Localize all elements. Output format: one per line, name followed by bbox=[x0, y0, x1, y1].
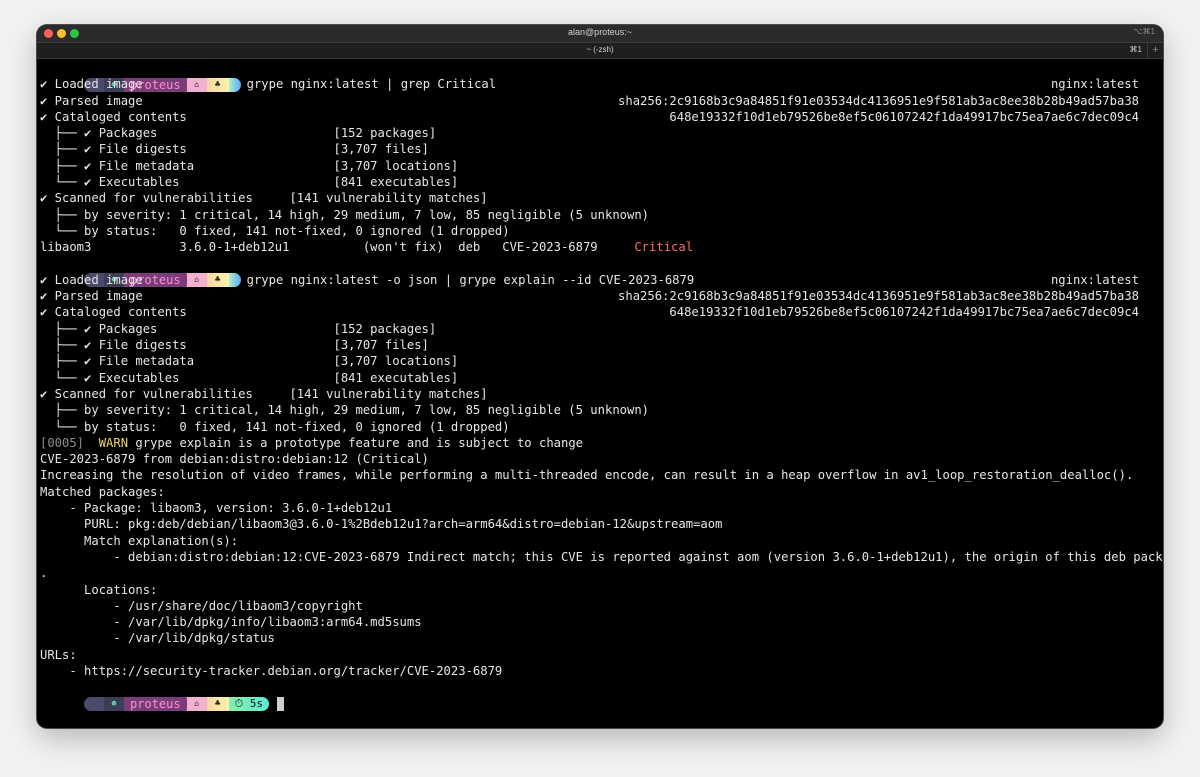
prompt-line-3: ☻ proteus ⌂ ♣ ⏱ 5s bbox=[40, 679, 1163, 712]
url-item[interactable]: - https://security-tracker.debian.org/tr… bbox=[40, 663, 1163, 679]
warning-text: grype explain is a prototype feature and… bbox=[135, 435, 584, 450]
output-line: ✔ Cataloged contents 648e19332f10d1eb7952… bbox=[40, 109, 1139, 124]
cve-description: Increasing the resolution of video frame… bbox=[40, 468, 1134, 483]
new-tab-button[interactable]: + bbox=[1147, 43, 1163, 58]
severity-label: Critical bbox=[634, 240, 694, 255]
hostname: proteus bbox=[124, 697, 187, 712]
text-cursor[interactable] bbox=[277, 697, 285, 712]
os-icon: ☻ bbox=[104, 697, 125, 712]
window-title: alan@proteus:~ bbox=[568, 27, 632, 37]
prompt-line-1: ☻ proteus ⌂ ♣ grype nginx:latest | grep Cri… bbox=[40, 60, 1163, 92]
git-icon: ♣ bbox=[206, 697, 229, 712]
catalog-digest: 648e19332f10d1eb79526be8ef5c06107242f1da… bbox=[669, 109, 1139, 124]
prompt-line-2: ☻ proteus ⌂ ♣ grype nginx:latest -o json | … bbox=[40, 256, 1163, 288]
home-icon: ⌂ bbox=[186, 697, 207, 712]
urls-heading: URLs: bbox=[40, 647, 77, 662]
warning-line: [0005] WARN grype explain is a prototype… bbox=[40, 435, 1163, 451]
shell-prompt: ☻ proteus ⌂ ♣ ⏱ 5s bbox=[84, 697, 270, 712]
output-line: ├── ✔ File metadata [3,707 locations] bbox=[40, 158, 459, 173]
warning-code: [0005] bbox=[40, 435, 85, 450]
image-name: nginx:latest bbox=[1050, 272, 1139, 287]
matched-packages-heading: Matched packages: bbox=[40, 484, 165, 499]
output-line: ├── ✔ Packages [152 packages] bbox=[40, 321, 437, 336]
output-line: └── ✔ Executables [841 executables] bbox=[40, 370, 459, 385]
output-line: ├── ✔ File metadata [3,707 locations] bbox=[40, 354, 459, 369]
match-explanation-cont: . bbox=[40, 566, 48, 581]
output-line: ├── by severity: 1 critical, 14 high, 29… bbox=[40, 207, 650, 222]
tab-shortcut: ⌘1 bbox=[1129, 45, 1142, 54]
vulnerability-row: libaom3 3.6.0-1+deb12u1 (won't fix) deb … bbox=[40, 240, 694, 255]
timer-badge: ⏱ 5s bbox=[228, 697, 270, 712]
warning-label: WARN bbox=[98, 435, 129, 450]
package-line: - Package: libaom3, version: 3.6.0-1+deb… bbox=[40, 501, 393, 516]
output-line: ✔ Loaded image nginx:latest bbox=[40, 77, 1139, 92]
tab-current[interactable]: ~ (-zsh) bbox=[37, 45, 1163, 54]
title-bar: alan@proteus:~ ⌥⌘1 bbox=[37, 25, 1163, 42]
terminal-output[interactable]: ☻ proteus ⌂ ♣ grype nginx:latest | grep Cri… bbox=[40, 60, 1163, 728]
location-item: - /var/lib/dpkg/status bbox=[40, 631, 275, 646]
output-line: ✔ Scanned for vulnerabilities [141 vulne… bbox=[40, 386, 488, 401]
image-digest: sha256:2c9168b3c9a84851f91e03534dc413695… bbox=[618, 93, 1139, 108]
output-line: ├── ✔ Packages [152 packages] bbox=[40, 126, 437, 141]
apple-icon bbox=[84, 697, 105, 712]
terminal-window: alan@proteus:~ ⌥⌘1 ~ (-zsh) ⌘1 + ☻ proteu… bbox=[37, 25, 1163, 728]
tab-bar: ~ (-zsh) ⌘1 + bbox=[37, 42, 1163, 59]
window-shortcut: ⌥⌘1 bbox=[1133, 27, 1155, 36]
output-line: ✔ Cataloged contents 648e19332f10d1eb7952… bbox=[40, 305, 1139, 320]
location-item: - /usr/share/doc/libaom3/copyright bbox=[40, 598, 363, 613]
output-line: ✔ Parsed image sha256:2c9168b3c9a84851f91… bbox=[40, 93, 1139, 108]
match-explanation-heading: Match explanation(s): bbox=[40, 533, 239, 548]
output-line: └── ✔ Executables [841 executables] bbox=[40, 175, 459, 190]
output-line: ├── ✔ File digests [3,707 files] bbox=[40, 142, 429, 157]
locations-heading: Locations: bbox=[40, 582, 158, 597]
image-digest: sha256:2c9168b3c9a84851f91e03534dc413695… bbox=[618, 289, 1139, 304]
purl-line: PURL: pkg:deb/debian/libaom3@3.6.0-1%2Bd… bbox=[40, 517, 723, 532]
output-line: ├── ✔ File digests [3,707 files] bbox=[40, 338, 429, 353]
output-line: ├── by severity: 1 critical, 14 high, 29… bbox=[40, 403, 650, 418]
location-item: - /var/lib/dpkg/info/libaom3:arm64.md5su… bbox=[40, 615, 422, 630]
output-line: └── by status: 0 fixed, 141 not-fixed, 0… bbox=[40, 223, 510, 238]
catalog-digest: 648e19332f10d1eb79526be8ef5c06107242f1da… bbox=[669, 305, 1139, 320]
cve-heading: CVE-2023-6879 from debian:distro:debian:… bbox=[40, 452, 429, 467]
output-line: ✔ Parsed image sha256:2c9168b3c9a84851f91… bbox=[40, 289, 1139, 304]
match-explanation-item: - debian:distro:debian:12:CVE-2023-6879 … bbox=[40, 549, 1163, 564]
image-name: nginx:latest bbox=[1050, 77, 1139, 92]
output-line: ✔ Loaded image nginx:latest bbox=[40, 272, 1139, 287]
output-line: ✔ Scanned for vulnerabilities [141 vulne… bbox=[40, 191, 488, 206]
output-line: └── by status: 0 fixed, 141 not-fixed, 0… bbox=[40, 419, 510, 434]
